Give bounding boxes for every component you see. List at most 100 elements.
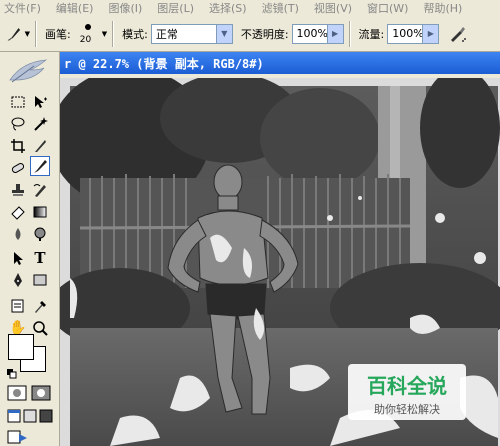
history-brush-tool[interactable] <box>30 180 50 200</box>
mode-label: 模式: <box>122 27 148 41</box>
stamp-icon <box>12 184 24 196</box>
slice-icon <box>35 140 46 152</box>
slice-tool[interactable] <box>30 136 50 156</box>
pen-tool[interactable] <box>8 270 28 290</box>
menu-layer[interactable]: 图层(L) <box>157 0 194 16</box>
feather-logo-icon <box>6 56 50 86</box>
screen-mode-full[interactable] <box>38 408 54 424</box>
eyedropper-tool[interactable] <box>30 296 50 316</box>
imageready-icon <box>7 430 27 444</box>
type-tool[interactable]: T <box>30 248 50 268</box>
document-title-bar[interactable]: r @ 22.7% (背景 副本, RGB/8#) <box>60 52 500 74</box>
document-title: r @ 22.7% (背景 副本, RGB/8#) <box>64 56 264 71</box>
move-icon <box>35 96 47 108</box>
menu-filter[interactable]: 滤镜(T) <box>262 0 299 16</box>
watermark-subtitle: 助你轻松解决 <box>374 403 440 416</box>
brush-size: 20 <box>79 34 92 45</box>
brush-tip-icon <box>84 23 91 30</box>
airbrush-icon <box>451 26 467 42</box>
window-icon <box>39 409 53 423</box>
eraser-tool[interactable] <box>8 202 28 222</box>
history-brush-icon <box>33 184 46 197</box>
chevron-right-icon[interactable]: ▶ <box>422 24 439 43</box>
note-icon <box>11 299 24 313</box>
document-canvas[interactable]: 百科全说 助你轻松解决 <box>60 74 500 446</box>
menu-image[interactable]: 图像(I) <box>108 0 142 16</box>
default-colors-icon <box>7 369 17 379</box>
blur-tool[interactable] <box>8 224 28 244</box>
marquee-tool[interactable] <box>8 92 28 112</box>
menu-select[interactable]: 选择(S) <box>209 0 247 16</box>
magic-wand-icon <box>34 117 48 131</box>
chevron-down-icon: ▼ <box>24 29 30 38</box>
screen-mode-full-menu[interactable] <box>22 408 38 424</box>
bandage-icon <box>11 163 25 173</box>
gradient-tool[interactable] <box>30 202 50 222</box>
watermark-badge: 百科全说 助你轻松解决 <box>348 364 466 420</box>
marquee-icon <box>11 96 25 108</box>
chevron-down-icon[interactable]: ▼ <box>215 24 232 43</box>
chevron-right-icon[interactable]: ▶ <box>326 24 343 43</box>
opacity-value: 100% <box>296 27 328 40</box>
foreground-color-swatch[interactable] <box>8 334 34 360</box>
quick-mask-button[interactable] <box>30 384 52 402</box>
separator <box>112 20 115 47</box>
eraser-icon <box>11 206 25 220</box>
dodge-tool[interactable] <box>30 224 50 244</box>
clone-stamp-tool[interactable] <box>8 180 28 200</box>
flow-label: 流量: <box>358 27 385 41</box>
toolbox: T ✋ <box>0 52 60 446</box>
brush-icon <box>34 160 47 173</box>
gradient-icon <box>33 206 47 218</box>
dodge-icon <box>34 227 46 241</box>
brush-label: 画笔: <box>45 27 71 41</box>
window-icon <box>23 409 37 423</box>
quick-mask-icon <box>31 385 51 401</box>
arrow-icon <box>14 252 23 265</box>
brush-icon <box>7 27 21 41</box>
menu-file[interactable]: 文件(F) <box>4 0 41 16</box>
brush-tool-preset-button[interactable]: ▼ <box>6 22 30 46</box>
lasso-tool[interactable] <box>8 114 28 134</box>
rectangle-icon <box>33 274 47 286</box>
screen-mode-standard[interactable] <box>6 408 22 424</box>
crop-icon <box>11 139 25 153</box>
jump-to-imageready-button[interactable] <box>6 428 30 446</box>
type-icon: T <box>34 249 46 267</box>
crop-tool[interactable] <box>8 136 28 156</box>
menu-edit[interactable]: 编辑(E) <box>56 0 94 16</box>
brush-tool[interactable] <box>30 156 50 176</box>
pen-icon <box>14 273 22 287</box>
standard-mode-icon <box>7 385 27 401</box>
flow-field[interactable]: 100% ▶ <box>387 23 440 44</box>
zoom-icon <box>33 321 48 336</box>
shape-tool[interactable] <box>30 270 50 290</box>
menu-view[interactable]: 视图(V) <box>314 0 352 16</box>
eyedropper-icon <box>35 301 46 313</box>
menu-bar: 文件(F) 编辑(E) 图像(I) 图层(L) 选择(S) 滤镜(T) 视图(V… <box>0 0 500 16</box>
chevron-down-icon[interactable]: ▼ <box>102 30 107 38</box>
standard-mode-button[interactable] <box>6 384 28 402</box>
brush-picker[interactable]: 20 <box>78 21 100 47</box>
window-icon <box>7 409 21 423</box>
opacity-field[interactable]: 100% ▶ <box>291 23 344 44</box>
healing-brush-tool[interactable] <box>8 158 28 178</box>
options-bar: ▼ 画笔: 20 ▼ 模式: 正常 ▼ 不透明度: 100% ▶ 流量: 100… <box>0 16 500 52</box>
magic-wand-tool[interactable] <box>30 114 50 134</box>
menu-window[interactable]: 窗口(W) <box>367 0 408 16</box>
drop-icon <box>15 228 21 240</box>
lasso-icon <box>11 117 25 131</box>
opacity-label: 不透明度: <box>240 27 289 41</box>
default-colors-button[interactable] <box>6 368 18 380</box>
flow-value: 100% <box>392 27 424 40</box>
separator <box>348 20 351 47</box>
notes-tool[interactable] <box>8 296 28 316</box>
path-selection-tool[interactable] <box>8 248 28 268</box>
move-tool[interactable] <box>30 92 50 112</box>
watermark-title: 百科全说 <box>367 374 447 398</box>
menu-help[interactable]: 帮助(H) <box>423 0 462 16</box>
mode-value: 正常 <box>155 27 178 41</box>
mode-select[interactable]: 正常 ▼ <box>150 23 233 44</box>
airbrush-button[interactable] <box>445 21 471 47</box>
separator <box>35 20 37 47</box>
